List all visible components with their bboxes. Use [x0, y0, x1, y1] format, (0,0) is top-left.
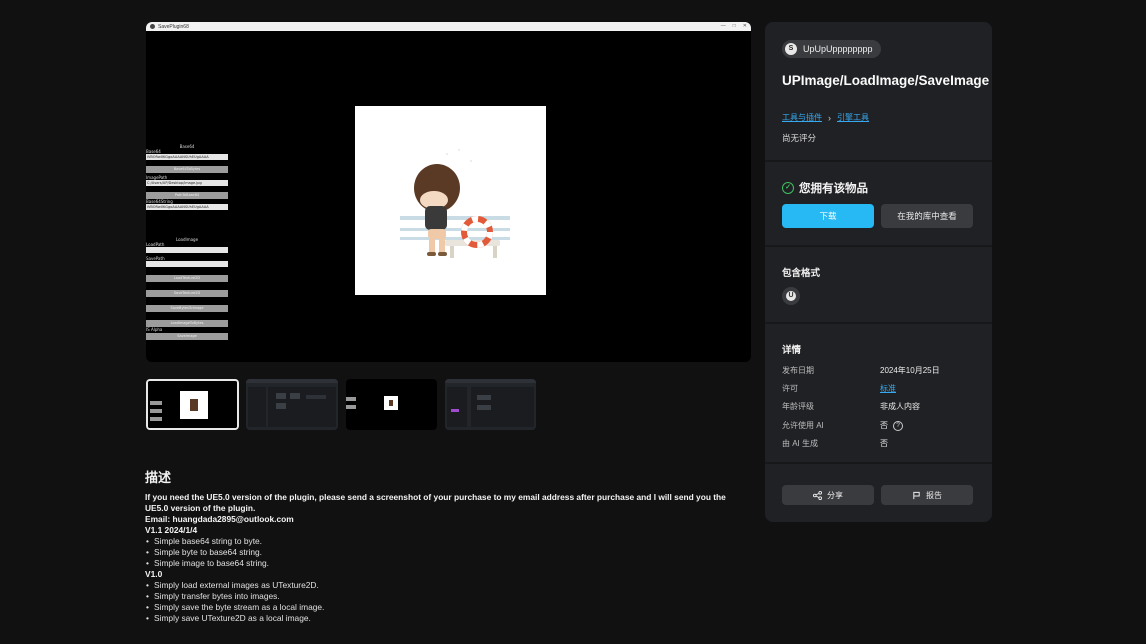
app-icon — [150, 24, 155, 29]
check-circle-icon: ✓ — [782, 182, 794, 194]
seller-avatar-icon: S — [785, 43, 797, 55]
imagepath-field: C:/Users/UP/Desktop/image.jpg — [146, 180, 228, 186]
details-heading: 详情 — [782, 345, 802, 356]
share-button[interactable]: 分享 — [782, 485, 874, 505]
breadcrumb-tools-plugins[interactable]: 工具与插件 — [782, 112, 822, 123]
description-intro: If you need the UE5.0 version of the plu… — [145, 492, 726, 513]
detail-value-ai-allowed: 否 ? — [880, 420, 903, 431]
view-in-library-button[interactable]: 在我的库中查看 — [881, 204, 973, 228]
download-button[interactable]: 下载 — [782, 204, 874, 228]
base64-to-bytes-button: Base64ToBytes — [146, 166, 228, 173]
report-button[interactable]: 报告 — [881, 485, 973, 505]
alpha-label: IS Alpha — [146, 327, 163, 332]
ai-generated-text: 否 — [880, 439, 888, 448]
base64string-field: iVBORw0KGgoAAAANSUhEUgAAAA — [146, 204, 228, 210]
share-label: 分享 — [827, 490, 843, 500]
breadcrumb: 工具与插件 › 引擎工具 — [782, 112, 869, 123]
chevron-right-icon: › — [828, 112, 831, 123]
version-1-0-list: Simply load external images as UTexture2… — [145, 580, 745, 624]
product-title: UPImage/LoadImage/SaveImage — [782, 73, 990, 88]
license-link[interactable]: 标准 — [880, 383, 896, 394]
version-1-1-header: V1.1 2024/1/4 — [145, 525, 198, 535]
rating-text: 尚无评分 — [782, 133, 817, 143]
unreal-engine-icon[interactable]: U — [782, 287, 800, 305]
list-item: Simple base64 string to byte. — [145, 536, 745, 547]
description-email: Email: huangdada2895@outlook.com — [145, 514, 294, 524]
screenshot-titlebar: SavePlugin68 — □ ✕ — [146, 22, 751, 31]
thumbnail-3[interactable] — [346, 379, 437, 430]
path-to-base64-button: PathToBase64 — [146, 192, 228, 199]
preview-image — [355, 106, 546, 295]
detail-label-age-rating: 年龄评级 — [782, 402, 814, 411]
age-rating-text: 非成人内容 — [880, 402, 920, 411]
load-bytes-button: LoadImageToBytes — [146, 320, 228, 327]
detail-label-ai-generated: 由 AI 生成 — [782, 439, 819, 448]
help-icon[interactable]: ? — [893, 420, 903, 431]
loadimage-panel: LoadImage LoadPath SavePath LoadTexture2… — [146, 237, 228, 340]
description-body: If you need the UE5.0 version of the plu… — [145, 492, 745, 624]
ai-allowed-text: 否 — [880, 421, 888, 430]
list-item: Simple byte to base64 string. — [145, 547, 745, 558]
version-1-1-list: Simple base64 string to byte. Simple byt… — [145, 536, 745, 569]
base64-panel: Base64 Base64 iVBORw0KGgoAAAANSUhEUgAAAA… — [146, 144, 228, 210]
detail-value-license: 标准 — [880, 383, 896, 394]
save-bytes-button: SaveBytesToImage — [146, 305, 228, 312]
save-image-button: SaveImage — [146, 333, 228, 340]
detail-value-ai-generated: 否 — [880, 438, 888, 449]
formats-heading: 包含格式 — [782, 268, 821, 279]
flag-icon — [913, 491, 920, 499]
breadcrumb-engine-tools[interactable]: 引擎工具 — [837, 112, 869, 123]
loadpath-field — [146, 247, 228, 253]
detail-value-release-date: 2024年10月25日 — [880, 365, 940, 376]
list-item: Simply save the byte stream as a local i… — [145, 602, 745, 613]
close-icon: ✕ — [742, 23, 747, 29]
minimize-icon: — — [720, 23, 726, 29]
savepath-field — [146, 261, 228, 267]
owned-status: ✓ 您拥有该物品 — [782, 180, 868, 196]
save-texture-button: SaveTexture2D — [146, 290, 228, 297]
detail-label-release-date: 发布日期 — [782, 366, 814, 375]
maximize-icon: □ — [732, 23, 736, 29]
list-item: Simply transfer bytes into images. — [145, 591, 745, 602]
release-date-text: 2024年10月25日 — [880, 366, 940, 375]
detail-value-age-rating: 非成人内容 — [880, 401, 920, 412]
seller-chip[interactable]: S UpUpUpppppppp — [782, 40, 881, 58]
report-label: 报告 — [926, 490, 942, 500]
thumbnail-4[interactable] — [445, 379, 536, 430]
base64-field: iVBORw0KGgoAAAANSUhEUgAAAA — [146, 154, 228, 160]
detail-label-license: 许可 — [782, 384, 798, 393]
thumbnail-2[interactable] — [246, 379, 338, 430]
description-heading: 描述 — [145, 470, 172, 485]
list-item: Simply save UTexture2D as a local image. — [145, 613, 745, 624]
share-icon — [813, 490, 822, 500]
list-item: Simply load external images as UTexture2… — [145, 580, 745, 591]
media-viewer[interactable]: SavePlugin68 — □ ✕ Base64 Base64 iVBORw0… — [146, 22, 751, 362]
screenshot-window-title: SavePlugin68 — [158, 23, 189, 30]
window-controls: — □ ✕ — [721, 23, 747, 30]
owned-label: 您拥有该物品 — [799, 183, 868, 195]
product-side-panel: S UpUpUpppppppp UPImage/LoadImage/SaveIm… — [765, 22, 992, 522]
formats-section — [765, 247, 992, 324]
seller-name: UpUpUpppppppp — [803, 44, 873, 54]
load-texture-button: LoadTexture2D — [146, 275, 228, 282]
thumbnail-1[interactable] — [146, 379, 239, 430]
detail-label-ai-allowed: 允许使用 AI — [782, 421, 824, 430]
list-item: Simple image to base64 string. — [145, 558, 745, 569]
version-1-0-header: V1.0 — [145, 569, 163, 579]
